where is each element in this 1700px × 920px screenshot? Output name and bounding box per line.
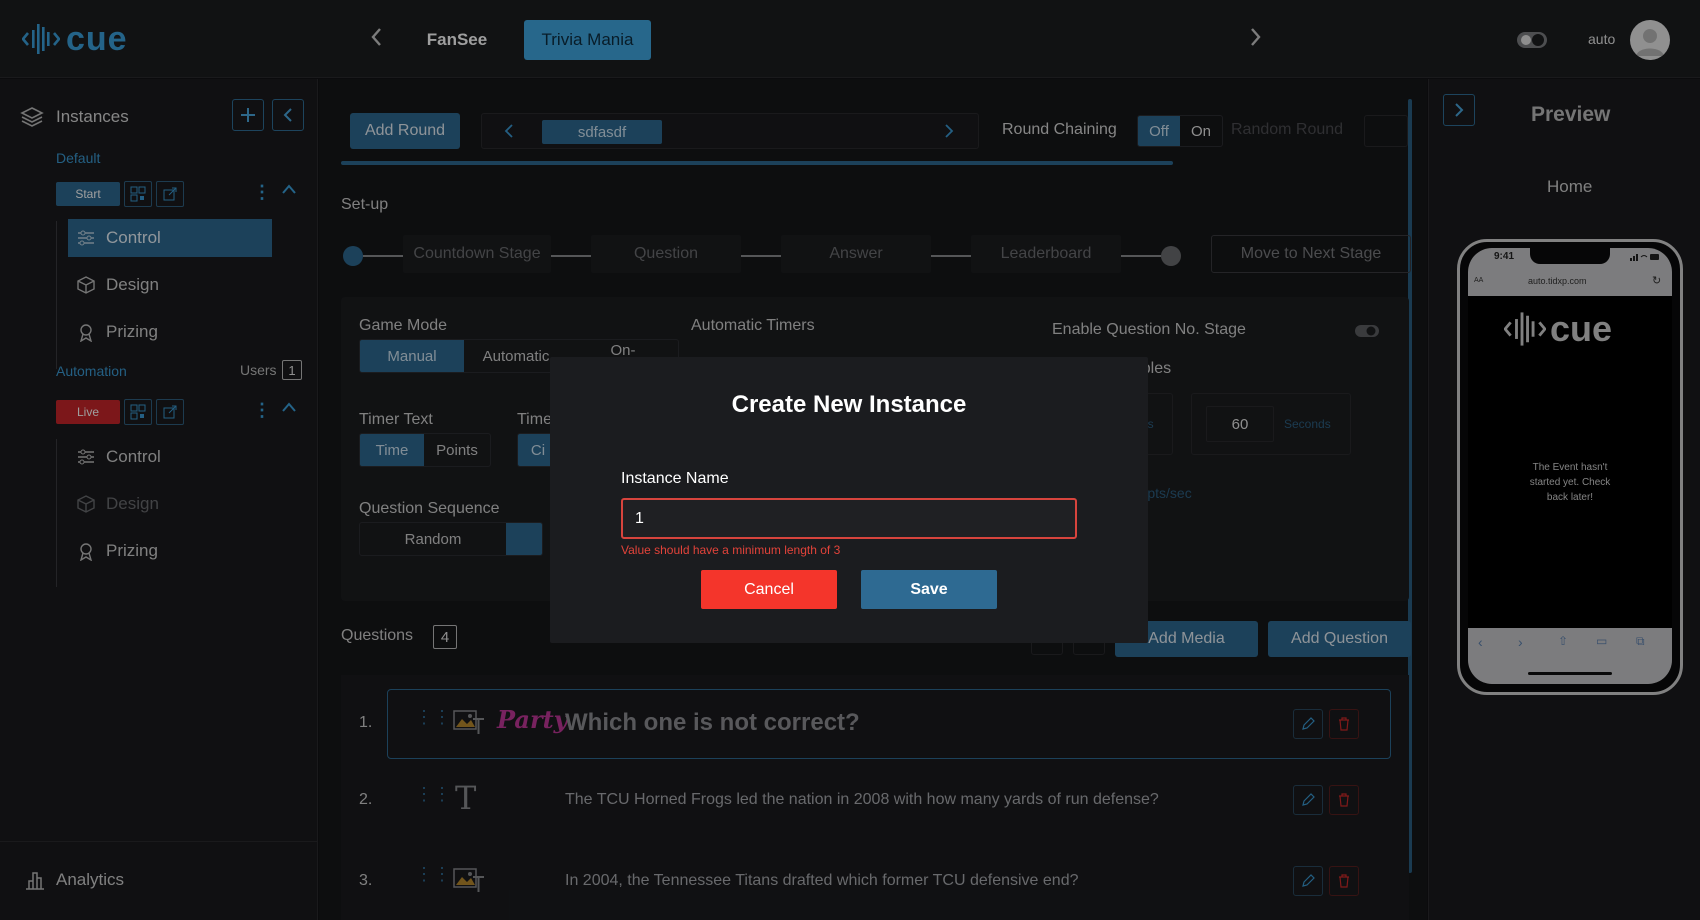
modal-title: Create New Instance [731,391,967,418]
instance-name-label: Instance Name [621,470,729,487]
cancel-button[interactable]: Cancel [701,570,837,609]
save-button[interactable]: Save [861,570,997,609]
create-instance-modal: Create New Instance Instance Name 1 Valu… [550,357,1148,643]
validation-error: Value should have a minimum length of 3 [621,543,841,557]
instance-name-input[interactable]: 1 [621,498,1077,539]
